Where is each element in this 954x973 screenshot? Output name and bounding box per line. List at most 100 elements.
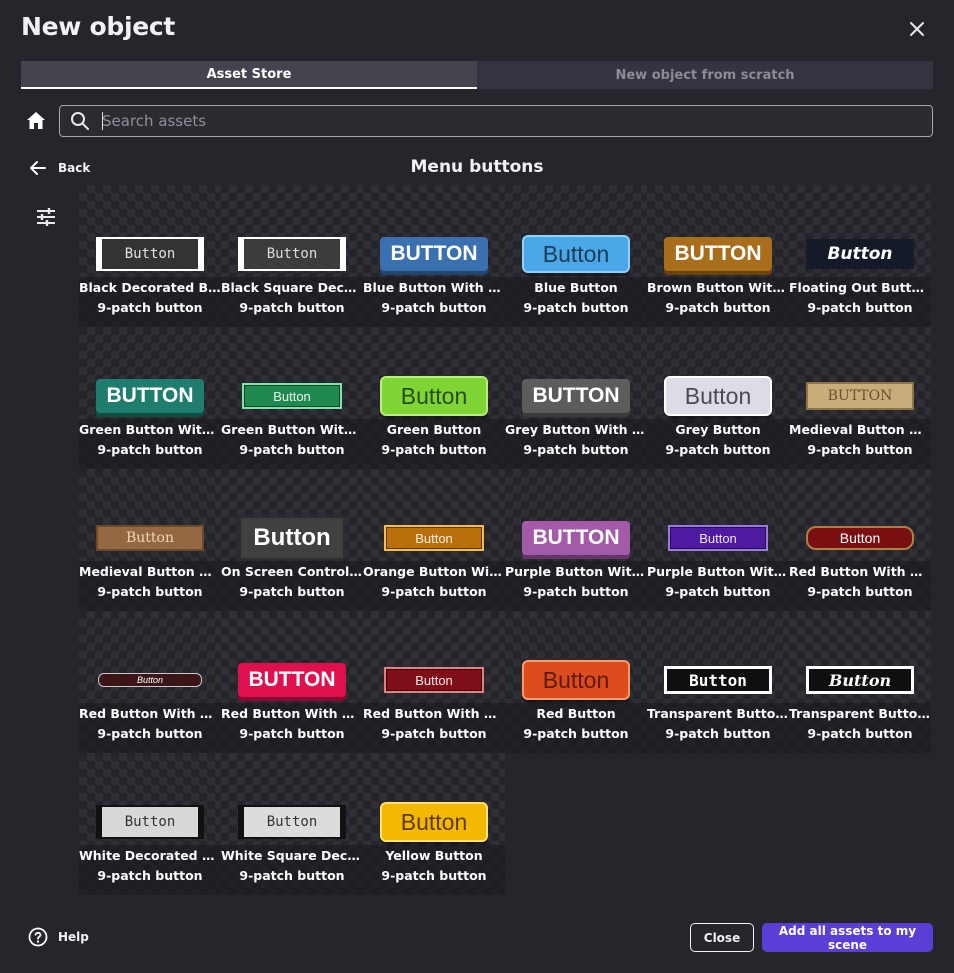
close-button[interactable]: Close: [690, 923, 754, 952]
asset-name: Orange Button With …: [363, 564, 505, 579]
asset-name: Transparent Button …: [789, 706, 931, 721]
asset-name: Red Button With Sh…: [221, 706, 363, 721]
button-preview-image: Button: [384, 667, 484, 693]
asset-card-caption: Red Button With Sh… 9-patch button: [221, 703, 363, 753]
add-all-assets-button[interactable]: Add all assets to my scene: [762, 923, 933, 952]
asset-tag: 9-patch button: [97, 726, 203, 741]
asset-card[interactable]: BUTTON Green Button With S… 9-patch button: [79, 327, 221, 469]
asset-card[interactable]: Button Black Decorated But… 9-patch button: [79, 185, 221, 327]
button-preview-text: BUTTON: [674, 242, 762, 265]
asset-card[interactable]: Button Green Button With S… 9-patch button: [221, 327, 363, 469]
button-preview-image: Button: [96, 805, 204, 839]
asset-card-caption: Floating Out Button … 9-patch button: [789, 277, 931, 327]
button-preview-text: Button: [136, 675, 164, 685]
asset-tag: 9-patch button: [807, 300, 913, 315]
button-preview-image: Button: [238, 805, 346, 839]
asset-card-caption: Transparent Button … 9-patch button: [789, 703, 931, 753]
button-preview-text: Button: [699, 530, 737, 546]
asset-card[interactable]: BUTTON Blue Button With Sh… 9-patch button: [363, 185, 505, 327]
asset-name: White Decorated Bu…: [79, 848, 221, 863]
asset-card[interactable]: Button On Screen Controls … 9-patch button: [221, 469, 363, 611]
asset-name: Red Button With Sto…: [363, 706, 505, 721]
asset-tag: 9-patch button: [239, 868, 345, 883]
asset-card[interactable]: Button Red Button With Gol… 9-patch button: [789, 469, 931, 611]
button-preview-image: BUTTON: [664, 237, 772, 271]
asset-name: Green Button With S…: [79, 422, 221, 437]
asset-tag: 9-patch button: [381, 300, 487, 315]
button-preview-text: Button: [124, 814, 176, 830]
asset-name: On Screen Controls …: [221, 564, 363, 579]
button-preview-text: Button: [125, 530, 174, 546]
asset-name: Medieval Button Bro…: [79, 564, 221, 579]
asset-name: Black Square Decor…: [221, 280, 363, 295]
tab-new-object-from-scratch[interactable]: New object from scratch: [477, 61, 933, 89]
asset-card[interactable]: Button Red Button 9-patch button: [505, 611, 647, 753]
search-icon: [71, 112, 89, 130]
asset-card[interactable]: Button Medieval Button Bro… 9-patch button: [79, 469, 221, 611]
asset-card[interactable]: Button Blue Button 9-patch button: [505, 185, 647, 327]
button-preview-image: Button: [238, 237, 346, 271]
close-icon[interactable]: [906, 18, 928, 40]
asset-tag: 9-patch button: [523, 726, 629, 741]
asset-name: Purple Button With …: [505, 564, 647, 579]
asset-card-caption: Green Button 9-patch button: [363, 419, 505, 469]
button-preview-text: Button: [273, 388, 311, 404]
asset-name: Transparent Button …: [647, 706, 789, 721]
asset-card[interactable]: BUTTON Grey Button With Sh… 9-patch button: [505, 327, 647, 469]
asset-tag: 9-patch button: [239, 584, 345, 599]
asset-tag: 9-patch button: [381, 726, 487, 741]
asset-card[interactable]: Button Red Button With Sto… 9-patch button: [363, 611, 505, 753]
asset-card-caption: Medieval Button Bei… 9-patch button: [789, 419, 931, 469]
asset-card[interactable]: Button Black Square Decor… 9-patch button: [221, 185, 363, 327]
asset-card[interactable]: Button White Square Decor… 9-patch button: [221, 753, 363, 895]
asset-card[interactable]: Button Green Button 9-patch button: [363, 327, 505, 469]
home-icon[interactable]: [25, 110, 47, 132]
button-preview-text: Button: [266, 814, 318, 830]
help-button[interactable]: Help: [28, 927, 89, 947]
button-preview-image: Button: [664, 666, 772, 694]
asset-name: Brown Button With …: [647, 280, 789, 295]
asset-card[interactable]: BUTTON Brown Button With … 9-patch button: [647, 185, 789, 327]
asset-card-caption: Yellow Button 9-patch button: [363, 845, 505, 895]
asset-name: Floating Out Button …: [789, 280, 931, 295]
button-preview-image: BUTTON: [522, 521, 630, 555]
asset-card[interactable]: Button Orange Button With … 9-patch button: [363, 469, 505, 611]
asset-tag: 9-patch button: [97, 584, 203, 599]
asset-card-caption: Orange Button With … 9-patch button: [363, 561, 505, 611]
button-preview-text: Button: [253, 524, 331, 551]
asset-card[interactable]: BUTTON Red Button With Sh… 9-patch button: [221, 611, 363, 753]
asset-card[interactable]: BUTTON Medieval Button Bei… 9-patch button: [789, 327, 931, 469]
asset-card[interactable]: Button Grey Button 9-patch button: [647, 327, 789, 469]
filter-sliders-icon[interactable]: [35, 206, 57, 228]
asset-card[interactable]: Button Red Button With Me… 9-patch button: [79, 611, 221, 753]
asset-name: Green Button: [386, 422, 482, 437]
asset-card[interactable]: Button Transparent Button … 9-patch button: [789, 611, 931, 753]
asset-card[interactable]: Button Floating Out Button … 9-patch butto…: [789, 185, 931, 327]
tab-asset-store[interactable]: Asset Store: [21, 61, 477, 89]
help-label: Help: [58, 930, 89, 944]
button-preview-image: Button: [380, 376, 488, 416]
asset-name: Yellow Button: [385, 848, 483, 863]
asset-card[interactable]: Button Purple Button With … 9-patch button: [647, 469, 789, 611]
button-preview-text: BUTTON: [106, 384, 194, 407]
asset-tag: 9-patch button: [239, 300, 345, 315]
asset-card-caption: Blue Button With Sh… 9-patch button: [363, 277, 505, 327]
asset-name: White Square Decor…: [221, 848, 363, 863]
asset-card-caption: Red Button With Sto… 9-patch button: [363, 703, 505, 753]
asset-card[interactable]: Button Yellow Button 9-patch button: [363, 753, 505, 895]
asset-card[interactable]: Button White Decorated Bu… 9-patch button: [79, 753, 221, 895]
asset-card[interactable]: Button Transparent Button … 9-patch button: [647, 611, 789, 753]
search-input[interactable]: [102, 112, 882, 130]
asset-name: Grey Button: [675, 422, 761, 437]
button-preview-image: Button: [98, 673, 202, 687]
button-preview-text: Button: [266, 246, 318, 262]
button-preview-image: Button: [242, 383, 342, 409]
button-preview-image: Button: [664, 376, 772, 416]
asset-tag: 9-patch button: [807, 726, 913, 741]
button-preview-image: BUTTON: [380, 237, 488, 271]
button-preview-image: Button: [96, 525, 204, 551]
asset-card[interactable]: BUTTON Purple Button With … 9-patch button: [505, 469, 647, 611]
search-bar[interactable]: [59, 105, 933, 137]
asset-tag: 9-patch button: [807, 442, 913, 457]
asset-tag: 9-patch button: [807, 584, 913, 599]
